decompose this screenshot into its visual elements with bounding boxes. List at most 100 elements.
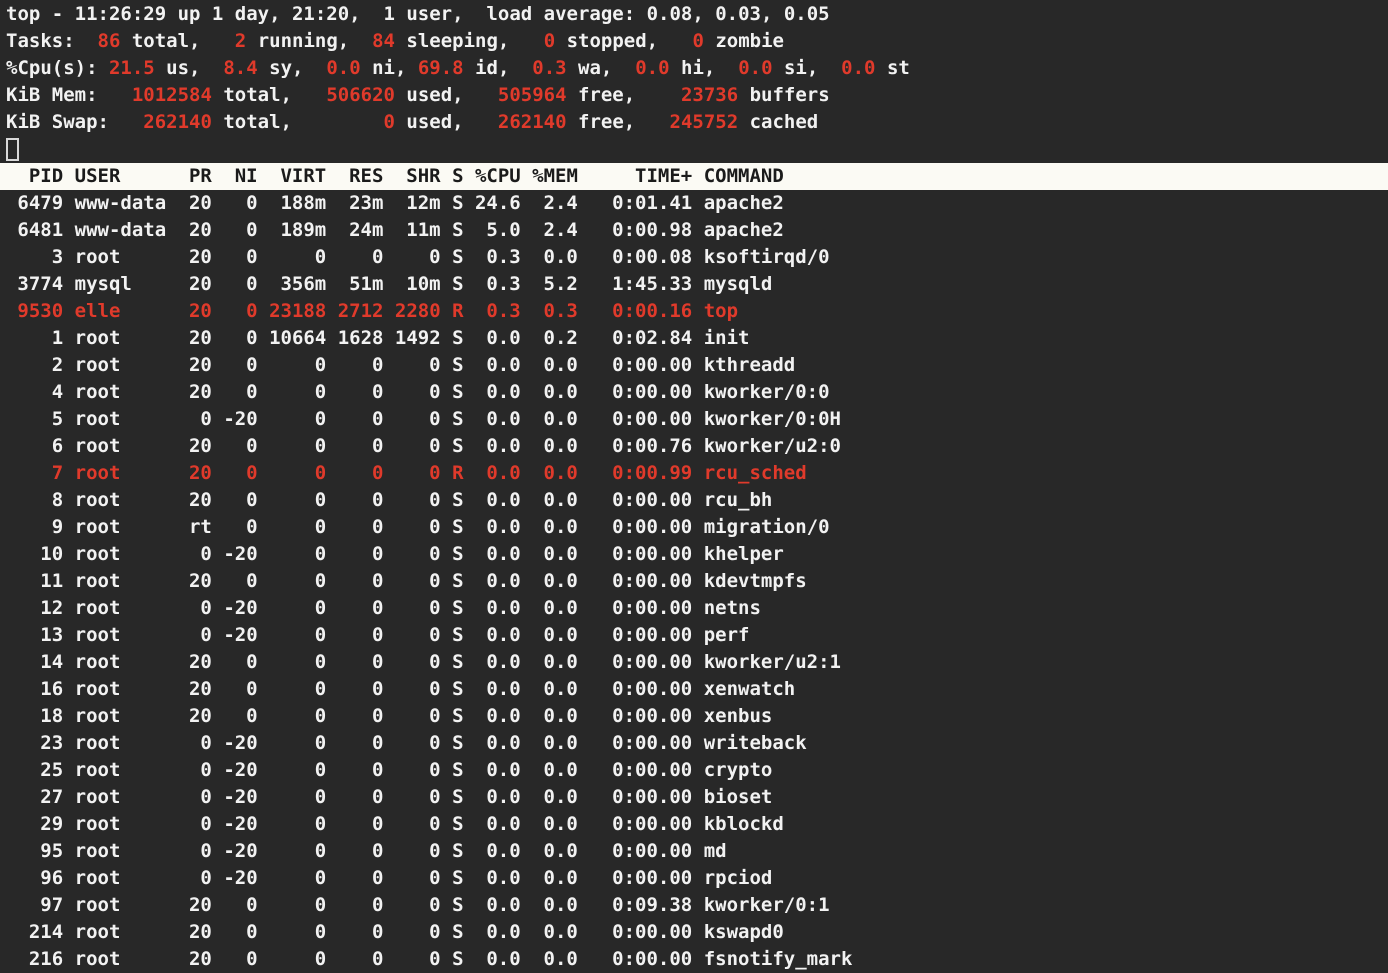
cell-cpu: 0.0 — [475, 433, 521, 460]
cell-cpu: 0.0 — [475, 919, 521, 946]
cell-pr: 0 — [178, 730, 212, 757]
cell-time: 0:02.84 — [589, 325, 692, 352]
cell-s: S — [452, 919, 463, 946]
process-row-16: 16root200000S0.00.00:00.00xenwatch — [0, 676, 1388, 703]
cell-pr: 0 — [178, 757, 212, 784]
swap-line-value: 0 — [384, 111, 395, 133]
cell-mem: 0.0 — [532, 622, 578, 649]
mem-line-value: 23736 — [681, 84, 738, 106]
cell-pid: 96 — [6, 865, 63, 892]
cell-time: 0:00.00 — [589, 865, 692, 892]
cell-user: root — [75, 703, 167, 730]
cell-virt: 0 — [269, 460, 326, 487]
cell-user: elle — [75, 298, 167, 325]
cell-res: 0 — [338, 514, 384, 541]
cell-mem: 0.0 — [532, 406, 578, 433]
cell-ni: 0 — [223, 433, 257, 460]
cell-s: R — [452, 298, 463, 325]
swap-line-text: KiB Swap: — [6, 111, 143, 133]
mem-line-text: KiB Mem: — [6, 84, 132, 106]
cell-mem: 0.0 — [532, 838, 578, 865]
cell-virt: 0 — [269, 244, 326, 271]
cell-time: 0:00.00 — [589, 622, 692, 649]
tasks-line-text: Tasks: — [6, 30, 98, 52]
cell-virt: 0 — [269, 352, 326, 379]
cell-virt: 0 — [269, 730, 326, 757]
cell-ni: -20 — [223, 595, 257, 622]
cell-pid: 18 — [6, 703, 63, 730]
cell-command: apache2 — [704, 217, 1388, 244]
cell-mem: 0.3 — [532, 298, 578, 325]
cell-mem: 0.0 — [532, 595, 578, 622]
process-row-18: 18root200000S0.00.00:00.00xenbus — [0, 703, 1388, 730]
cell-ni: 0 — [223, 217, 257, 244]
cell-user: root — [75, 892, 167, 919]
cell-shr: 0 — [395, 244, 441, 271]
cell-pid: 13 — [6, 622, 63, 649]
cell-shr: 2280 — [395, 298, 441, 325]
cell-virt: 23188 — [269, 298, 326, 325]
cell-time: 0:00.00 — [589, 838, 692, 865]
process-row-5: 5root0-20000S0.00.00:00.00kworker/0:0H — [0, 406, 1388, 433]
cell-res: 0 — [338, 649, 384, 676]
cell-ni: -20 — [223, 865, 257, 892]
cell-pr: 0 — [178, 406, 212, 433]
cell-pr: 20 — [178, 379, 212, 406]
cell-mem: 0.0 — [532, 865, 578, 892]
cell-mem: 0.0 — [532, 730, 578, 757]
cpu-line-text: %Cpu(s): — [6, 57, 109, 79]
cell-s: S — [452, 838, 463, 865]
cell-ni: 0 — [223, 919, 257, 946]
swap-line-text: free, — [567, 111, 670, 133]
cell-command: migration/0 — [704, 514, 1388, 541]
cell-ni: 0 — [223, 190, 257, 217]
cell-res: 0 — [338, 352, 384, 379]
cell-ni: -20 — [223, 406, 257, 433]
cell-shr: 0 — [395, 919, 441, 946]
cell-ni: -20 — [223, 541, 257, 568]
cell-pid: 6481 — [6, 217, 63, 244]
cell-pr: 0 — [178, 595, 212, 622]
cell-command: xenbus — [704, 703, 1388, 730]
cell-shr: 0 — [395, 352, 441, 379]
process-row-214: 214root200000S0.00.00:00.00kswapd0 — [0, 919, 1388, 946]
cell-pid: 3774 — [6, 271, 63, 298]
cell-pr: 20 — [178, 703, 212, 730]
cpu-line: %Cpu(s): 21.5 us, 8.4 sy, 0.0 ni, 69.8 i… — [0, 55, 1388, 82]
cell-res: 0 — [338, 784, 384, 811]
cell-user: root — [75, 865, 167, 892]
cell-virt: 0 — [269, 379, 326, 406]
cell-s: S — [452, 379, 463, 406]
cell-pr: 20 — [178, 190, 212, 217]
cell-time: 0:00.00 — [589, 784, 692, 811]
cell-pid: 9530 — [6, 298, 63, 325]
cell-command: rpciod — [704, 865, 1388, 892]
cell-mem: 0.0 — [532, 352, 578, 379]
cell-s: S — [452, 541, 463, 568]
process-row-96: 96root0-20000S0.00.00:00.00rpciod — [0, 865, 1388, 892]
cell-pr: 0 — [178, 838, 212, 865]
cell-pid: 23 — [6, 730, 63, 757]
cell-pr: 0 — [178, 541, 212, 568]
cell-cpu: 0.0 — [475, 487, 521, 514]
cell-command: kblockd — [704, 811, 1388, 838]
cell-virt: 0 — [269, 568, 326, 595]
cell-pr: 20 — [178, 946, 212, 973]
terminal-window[interactable]: top - 11:26:29 up 1 day, 21:20, 1 user, … — [0, 0, 1388, 964]
cell-s: S — [452, 730, 463, 757]
cell-user: root — [75, 622, 167, 649]
cell-pid: 29 — [6, 811, 63, 838]
process-row-27: 27root0-20000S0.00.00:00.00bioset — [0, 784, 1388, 811]
cell-pid: 10 — [6, 541, 63, 568]
cell-user: root — [75, 946, 167, 973]
cell-pid: 95 — [6, 838, 63, 865]
cell-time: 0:00.00 — [589, 487, 692, 514]
process-row-6481: 6481www-data200189m24m11mS5.02.40:00.98a… — [0, 217, 1388, 244]
cell-time: 0:00.00 — [589, 811, 692, 838]
cell-pr: 0 — [178, 811, 212, 838]
cell-virt: 0 — [269, 865, 326, 892]
cpu-line-text: id, — [464, 57, 533, 79]
cell-user: root — [75, 460, 167, 487]
cell-mem: 2.4 — [532, 190, 578, 217]
terminal-cursor — [6, 138, 19, 161]
